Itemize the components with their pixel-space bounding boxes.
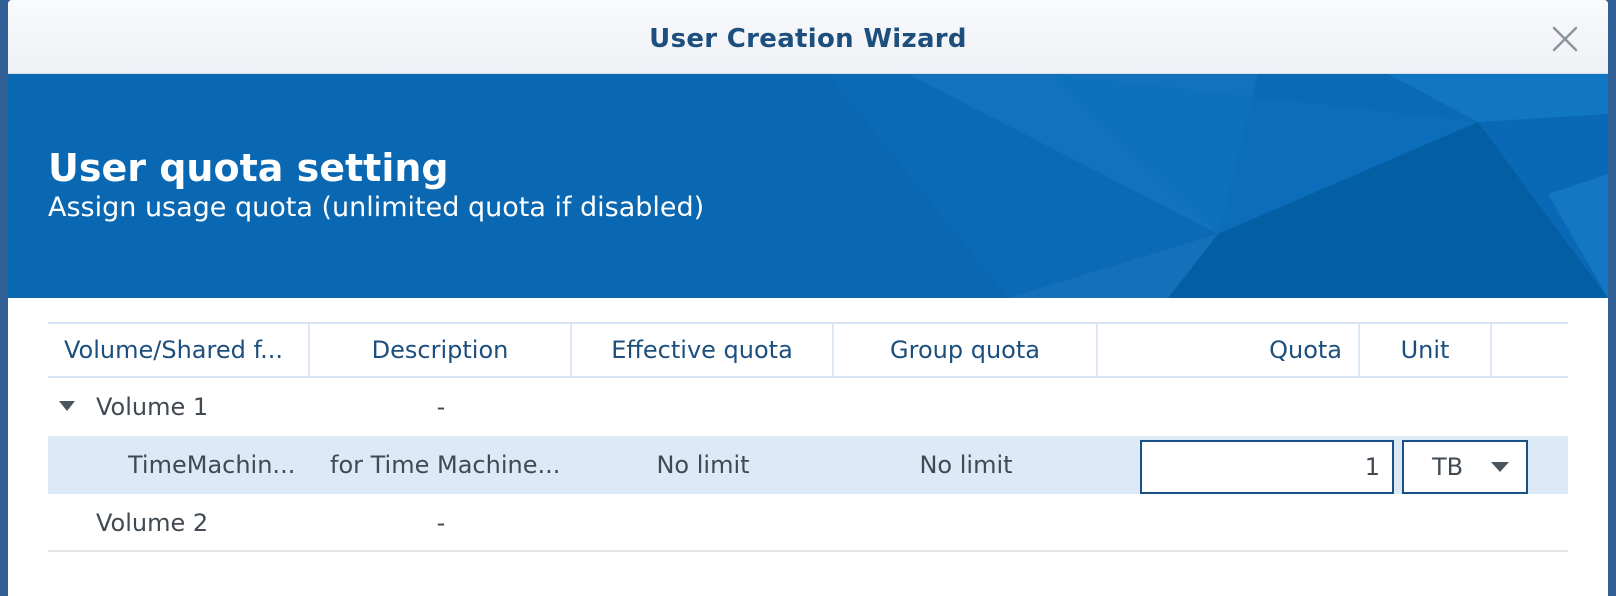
column-header-volume[interactable]: Volume/Shared f...	[48, 324, 310, 376]
wizard-window: User Creation Wizard User quota setting …	[8, 0, 1608, 596]
group-quota-value: No limit	[919, 451, 1013, 479]
volume-name: Volume 1	[96, 393, 209, 421]
column-header-group-quota[interactable]: Group quota	[834, 324, 1098, 376]
unit-dropdown[interactable]: TB	[1402, 440, 1528, 494]
column-header-unit[interactable]: Unit	[1360, 324, 1492, 376]
dropdown-caret-icon	[1491, 462, 1509, 472]
shared-folder-name: TimeMachin...	[128, 451, 296, 479]
expand-triangle-icon[interactable]	[58, 400, 76, 412]
table-row-shared-folder[interactable]: TimeMachin... for Time Machine... No lim…	[48, 436, 1568, 494]
title-bar: User Creation Wizard	[8, 0, 1608, 74]
column-header-quota[interactable]: Quota	[1098, 324, 1360, 376]
shared-folder-description: for Time Machine...	[330, 451, 561, 479]
column-header-description[interactable]: Description	[310, 324, 572, 376]
table-row-volume-2[interactable]: Volume 2 -	[48, 494, 1568, 552]
effective-quota-value: No limit	[656, 451, 750, 479]
close-button[interactable]	[1550, 24, 1580, 54]
window-title: User Creation Wizard	[649, 24, 967, 54]
banner-subtitle: Assign usage quota (unlimited quota if d…	[48, 192, 705, 223]
quota-input[interactable]	[1140, 440, 1394, 494]
wizard-banner: User quota setting Assign usage quota (u…	[8, 74, 1608, 298]
volume-name: Volume 2	[96, 509, 209, 537]
close-icon	[1552, 26, 1578, 52]
table-row-volume-1[interactable]: Volume 1 -	[48, 378, 1568, 436]
volume-description: -	[436, 393, 446, 421]
unit-selected-value: TB	[1432, 453, 1464, 481]
quota-table: Volume/Shared f... Description Effective…	[48, 322, 1568, 552]
banner-title: User quota setting	[48, 146, 449, 190]
volume-description: -	[436, 509, 446, 537]
column-header-effective-quota[interactable]: Effective quota	[572, 324, 834, 376]
table-header: Volume/Shared f... Description Effective…	[48, 324, 1568, 378]
